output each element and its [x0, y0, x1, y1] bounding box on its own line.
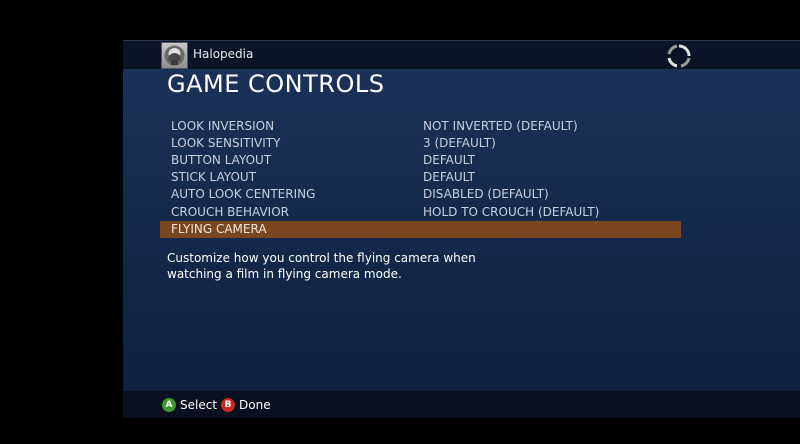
setting-description: Customize how you control the flying cam… [167, 251, 476, 281]
setting-value: NOT INVERTED (DEFAULT) [423, 119, 578, 133]
setting-row-auto-look-centering[interactable]: AUTO LOOK CENTERING DISABLED (DEFAULT) [160, 186, 681, 203]
done-hint[interactable]: B Done [221, 397, 271, 413]
setting-label: STICK LAYOUT [171, 170, 257, 184]
setting-value: 3 (DEFAULT) [423, 136, 496, 150]
a-button-icon: A [162, 398, 176, 412]
setting-label: CROUCH BEHAVIOR [171, 205, 289, 219]
setting-label: LOOK SENSITIVITY [171, 136, 281, 150]
app-name: Halopedia [193, 47, 254, 61]
screen: Halopedia GAME CONTROLS LOOK INVERSION N… [0, 0, 800, 444]
select-hint[interactable]: A Select [162, 397, 217, 413]
setting-value: HOLD TO CROUCH (DEFAULT) [423, 205, 600, 219]
done-label: Done [239, 398, 271, 412]
setting-row-look-sensitivity[interactable]: LOOK SENSITIVITY 3 (DEFAULT) [160, 135, 681, 152]
setting-row-flying-camera[interactable]: FLYING CAMERA [160, 221, 681, 238]
setting-value: DEFAULT [423, 153, 475, 167]
halo-logo-icon [161, 42, 188, 69]
loading-spinner-icon [667, 44, 691, 68]
page-title: GAME CONTROLS [167, 70, 385, 98]
setting-row-crouch-behavior[interactable]: CROUCH BEHAVIOR HOLD TO CROUCH (DEFAULT) [160, 204, 681, 221]
setting-label: LOOK INVERSION [171, 119, 275, 133]
setting-label: BUTTON LAYOUT [171, 153, 272, 167]
setting-value: DISABLED (DEFAULT) [423, 187, 549, 201]
button-hint-bar: A Select B Done [123, 391, 800, 418]
select-label: Select [180, 398, 218, 412]
top-bar: Halopedia [123, 40, 800, 69]
setting-row-look-inversion[interactable]: LOOK INVERSION NOT INVERTED (DEFAULT) [160, 118, 681, 135]
setting-value: DEFAULT [423, 170, 475, 184]
dashboard-panel: Halopedia GAME CONTROLS LOOK INVERSION N… [123, 40, 800, 418]
setting-label: FLYING CAMERA [171, 222, 267, 236]
setting-row-button-layout[interactable]: BUTTON LAYOUT DEFAULT [160, 152, 681, 169]
setting-row-stick-layout[interactable]: STICK LAYOUT DEFAULT [160, 169, 681, 186]
settings-content: GAME CONTROLS LOOK INVERSION NOT INVERTE… [123, 69, 800, 391]
b-button-icon: B [221, 398, 235, 412]
setting-label: AUTO LOOK CENTERING [171, 187, 316, 201]
